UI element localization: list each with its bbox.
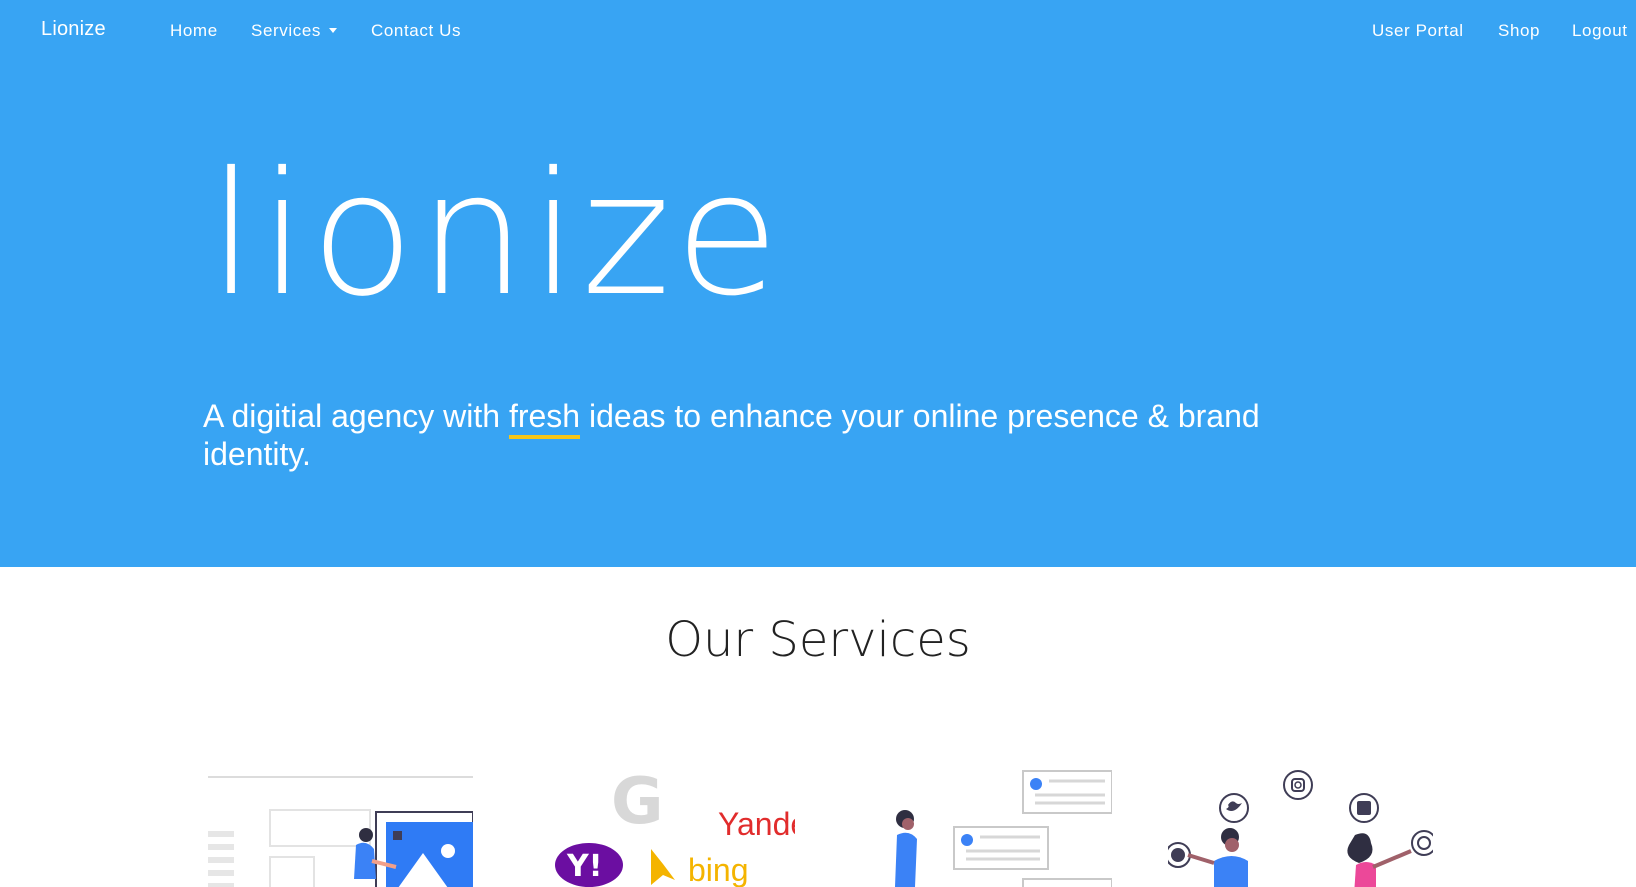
- tagline-highlight: fresh: [508, 398, 581, 439]
- hero-section: Lionize Home Services Contact Us User Po…: [0, 0, 1636, 567]
- services-heading: Our Services: [665, 612, 971, 668]
- nav-logout-link[interactable]: Logout: [1572, 21, 1628, 41]
- brand-logo[interactable]: Lionize: [41, 18, 106, 41]
- tagline-text-start: A digitial agency with: [203, 398, 509, 434]
- yandex-logo-text: Yandex: [718, 806, 795, 842]
- yahoo-logo-text: Y!: [566, 849, 602, 884]
- hero-title: lionize: [208, 136, 784, 334]
- nav-contact-link[interactable]: Contact Us: [371, 21, 461, 41]
- web-design-illustration-icon: [208, 765, 473, 887]
- nav-home-link[interactable]: Home: [170, 21, 218, 41]
- nav-services-label: Services: [251, 21, 321, 40]
- nav-services-dropdown[interactable]: Services: [251, 21, 337, 41]
- nav-shop-link[interactable]: Shop: [1498, 21, 1540, 41]
- search-engines-illustration-icon: G Yandex Y! bing: [555, 765, 795, 887]
- content-cards-illustration-icon: [877, 765, 1112, 887]
- bing-logo-text: bing: [688, 852, 749, 887]
- hero-tagline: A digitial agency with fresh ideas to en…: [203, 397, 1353, 473]
- top-navbar: Lionize Home Services Contact Us User Po…: [0, 0, 1636, 62]
- chevron-down-icon: [329, 28, 337, 33]
- social-media-illustration-icon: [1168, 765, 1433, 887]
- nav-user-portal-link[interactable]: User Portal: [1372, 21, 1464, 41]
- svg-text:G: G: [611, 765, 664, 839]
